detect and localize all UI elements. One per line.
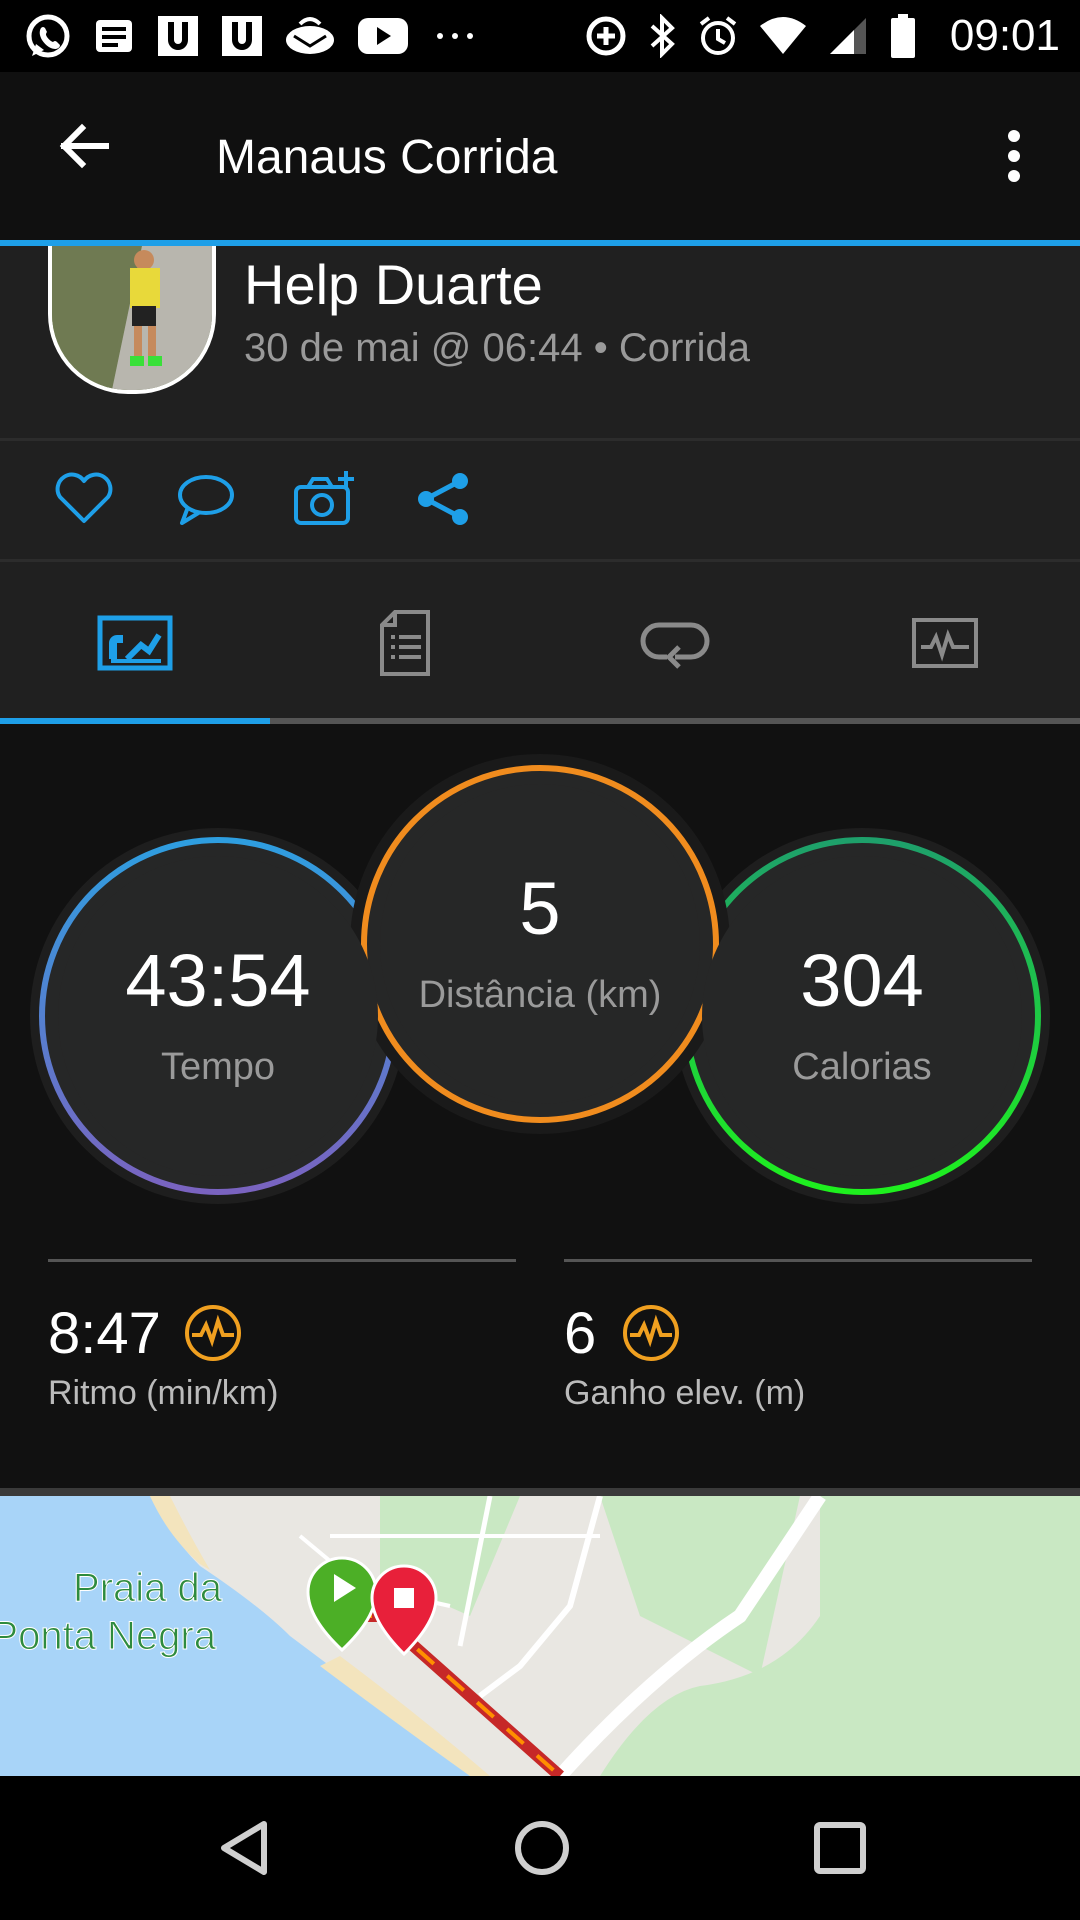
distance-value: 5 — [519, 866, 561, 950]
back-nav-icon[interactable] — [214, 1818, 274, 1878]
pace-metric: 8:47 Ritmo (min/km) — [48, 1259, 516, 1412]
calories-label: Calorias — [792, 1045, 932, 1088]
home-nav-icon[interactable] — [512, 1818, 572, 1878]
elevation-label: Ganho elev. (m) — [564, 1374, 806, 1412]
route-map[interactable]: Praia da Ponta Negra — [0, 1496, 1080, 1776]
activity-pulse-icon — [623, 1305, 679, 1361]
tempo-label: Tempo — [160, 1045, 276, 1088]
place-label-line1: Praia da — [73, 1566, 223, 1610]
calories-stat[interactable]: 304 Calorias — [702, 856, 1022, 1176]
distance-label: Distância (km) — [418, 973, 662, 1016]
elevation-metric: 6 Ganho elev. (m) — [564, 1259, 1032, 1412]
tempo-value: 43:54 — [125, 938, 311, 1022]
pace-label: Ritmo (min/km) — [48, 1374, 279, 1412]
activity-pulse-icon — [185, 1305, 241, 1361]
elevation-value: 6 — [564, 1301, 597, 1366]
calories-value: 304 — [800, 938, 924, 1022]
pace-value: 8:47 — [48, 1301, 161, 1366]
tempo-stat[interactable]: 43:54 Tempo — [58, 856, 378, 1176]
map-canvas: Praia da Ponta Negra — [0, 1496, 1080, 1776]
place-label-line2: Ponta Negra — [0, 1614, 217, 1658]
section-divider — [0, 1488, 1080, 1496]
system-nav-bar — [0, 1776, 1080, 1920]
distance-stat[interactable]: 5 Distância (km) — [380, 784, 700, 1104]
recents-nav-icon[interactable] — [812, 1820, 868, 1876]
